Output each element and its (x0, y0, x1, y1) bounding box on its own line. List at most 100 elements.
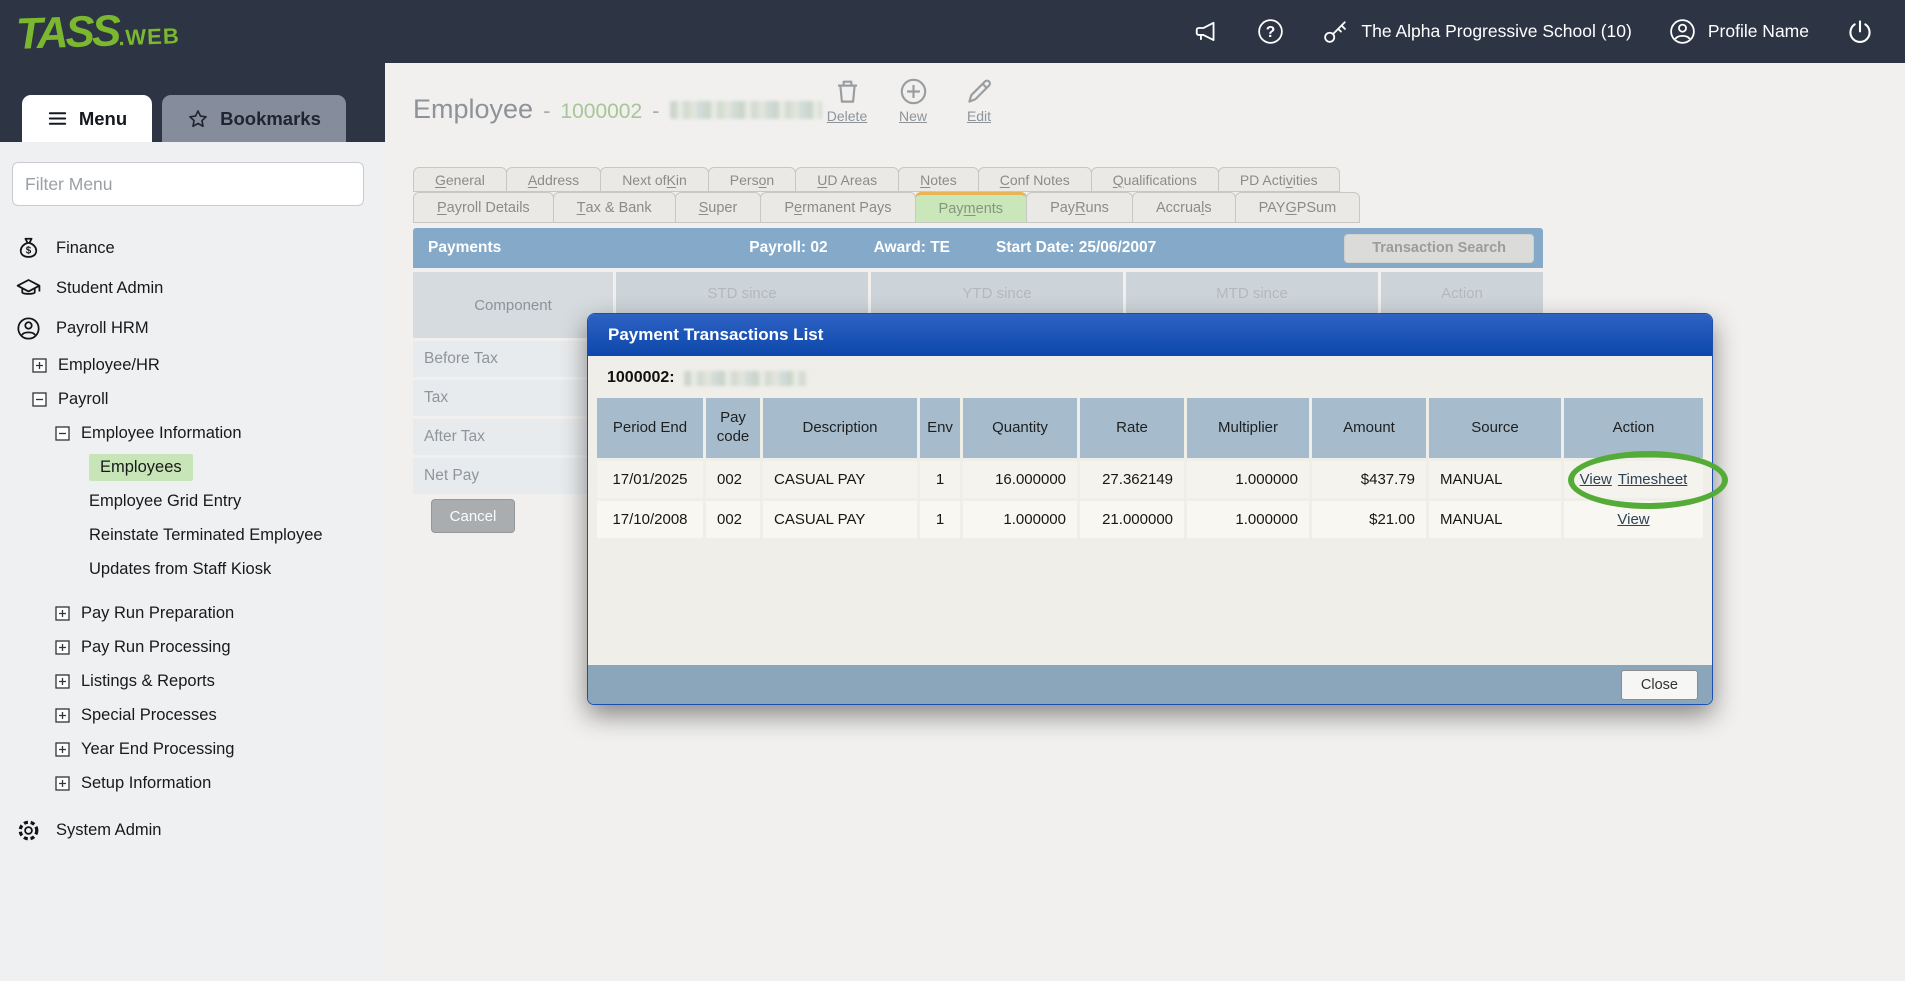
help-icon[interactable]: ? (1256, 17, 1285, 46)
filter-menu-input[interactable] (12, 162, 364, 206)
person-circle-icon (15, 315, 42, 342)
delete-button[interactable]: Delete (820, 76, 874, 124)
modal-body: 1000002: Period End Pay code Description… (588, 356, 1712, 538)
tab-person[interactable]: Person (708, 167, 796, 192)
sidebar-item-label: Updates from Staff Kiosk (89, 560, 271, 579)
column-source: Source (1429, 398, 1561, 458)
modal-footer: Close (588, 665, 1712, 704)
tab-pd-activities[interactable]: PD Activities (1218, 167, 1340, 192)
sidebar-item-label: Special Processes (81, 706, 217, 725)
school-name: The Alpha Progressive School (10) (1361, 21, 1631, 42)
tab-payroll-details[interactable]: Payroll Details (413, 192, 554, 223)
tab-ud-areas[interactable]: UD Areas (795, 167, 899, 192)
column-component: Component (413, 272, 613, 338)
tab-qualifications[interactable]: Qualifications (1091, 167, 1219, 192)
timesheet-link[interactable]: Timesheet (1618, 471, 1687, 488)
cancel-button[interactable]: Cancel (431, 499, 515, 533)
tab-payments-active[interactable]: Payments (915, 192, 1028, 223)
tass-web-logo[interactable]: TASS .WEB (15, 4, 180, 60)
tab-address[interactable]: Address (506, 167, 601, 192)
announcements-icon[interactable] (1192, 18, 1220, 46)
sidebar-item-label: System Admin (56, 821, 161, 840)
payments-panel-header: Payments Payroll: 02 Award: TE Start Dat… (413, 228, 1543, 268)
sidebar-item-employee-information[interactable]: Employee Information (0, 416, 385, 450)
sidebar-item-finance[interactable]: $ Finance (0, 228, 385, 268)
collapse-minus-icon[interactable] (32, 392, 47, 407)
sidebar-item-label: Payroll (58, 390, 108, 409)
panel-title: Payments (428, 239, 501, 257)
sidebar-item-listings-reports[interactable]: Listings & Reports (0, 664, 385, 698)
sidebar-item-year-end-processing[interactable]: Year End Processing (0, 732, 385, 766)
transaction-search-button[interactable]: Transaction Search (1344, 234, 1534, 263)
tab-pay-runs[interactable]: Pay Runs (1026, 192, 1133, 223)
sidebar-item-reinstate-terminated-employee[interactable]: Reinstate Terminated Employee (0, 518, 385, 552)
sidebar-item-special-processes[interactable]: Special Processes (0, 698, 385, 732)
sidebar-item-label: Pay Run Preparation (81, 604, 234, 623)
sidebar-item-employee-grid-entry[interactable]: Employee Grid Entry (0, 484, 385, 518)
tab-permanent-pays[interactable]: Permanent Pays (760, 192, 915, 223)
sidebar-item-student-admin[interactable]: Student Admin (0, 268, 385, 308)
sidebar-item-employees[interactable]: Employees (0, 450, 385, 484)
sidebar-item-label: Employee/HR (58, 356, 160, 375)
cell-rate: 27.362149 (1080, 461, 1184, 498)
tab-next-of-kin[interactable]: Next of Kin (600, 167, 709, 192)
tab-tax-bank[interactable]: Tax & Bank (553, 192, 676, 223)
collapse-minus-icon[interactable] (55, 426, 70, 441)
sidebar-item-pay-run-preparation[interactable]: Pay Run Preparation (0, 596, 385, 630)
logout-icon[interactable] (1845, 17, 1875, 47)
profile-icon (1668, 17, 1697, 46)
cell-env: 1 (920, 501, 960, 538)
cell-description: CASUAL PAY (763, 461, 917, 498)
expand-plus-icon[interactable] (55, 606, 70, 621)
expand-plus-icon[interactable] (55, 674, 70, 689)
sidebar-item-pay-run-processing[interactable]: Pay Run Processing (0, 630, 385, 664)
sidebar-item-payroll[interactable]: Payroll (0, 382, 385, 416)
tab-menu-label: Menu (79, 108, 127, 130)
expand-plus-icon[interactable] (55, 640, 70, 655)
cell-pay-code: 002 (706, 461, 760, 498)
expand-plus-icon[interactable] (55, 708, 70, 723)
cell-source: MANUAL (1429, 501, 1561, 538)
sidebar-item-employee-hr[interactable]: Employee/HR (0, 348, 385, 382)
modal-title-bar[interactable]: Payment Transactions List (588, 314, 1712, 356)
view-link[interactable]: View (1580, 471, 1612, 488)
expand-plus-icon[interactable] (32, 358, 47, 373)
tab-notes[interactable]: Notes (898, 167, 979, 192)
sidebar-item-updates-from-staff-kiosk[interactable]: Updates from Staff Kiosk (0, 552, 385, 586)
gear-icon (15, 817, 42, 844)
title-separator: - (543, 98, 550, 124)
tab-bookmarks[interactable]: Bookmarks (162, 95, 346, 142)
sidebar-item-setup-information[interactable]: Setup Information (0, 766, 385, 800)
edit-button[interactable]: Edit (952, 76, 1006, 124)
profile-name: Profile Name (1708, 21, 1809, 42)
cell-period-end: 17/10/2008 (597, 501, 703, 538)
close-button[interactable]: Close (1621, 670, 1698, 700)
svg-text:?: ? (1266, 24, 1276, 41)
sidebar-item-payroll-hrm[interactable]: Payroll HRM (0, 308, 385, 348)
sidebar-item-system-admin[interactable]: System Admin (0, 810, 385, 850)
tab-menu[interactable]: Menu (22, 95, 152, 142)
profile-menu[interactable]: Profile Name (1668, 17, 1809, 46)
panel-summary: Payroll: 02 Award: TE Start Date: 25/06/… (749, 239, 1156, 257)
star-icon (187, 108, 209, 130)
column-rate: Rate (1080, 398, 1184, 458)
new-button[interactable]: New (886, 76, 940, 124)
view-link[interactable]: View (1617, 511, 1649, 528)
sidebar-item-label: Payroll HRM (56, 319, 149, 338)
cell-source: MANUAL (1429, 461, 1561, 498)
column-quantity: Quantity (963, 398, 1077, 458)
tab-conf-notes[interactable]: Conf Notes (978, 167, 1092, 192)
tab-super[interactable]: Super (675, 192, 762, 223)
graduation-cap-icon (15, 275, 42, 302)
redacted-employee-name (670, 101, 822, 119)
tab-general[interactable]: General (413, 167, 507, 192)
school-selector[interactable]: The Alpha Progressive School (10) (1321, 17, 1631, 46)
tab-payg-psum[interactable]: PAYG PSum (1235, 192, 1361, 223)
expand-plus-icon[interactable] (55, 742, 70, 757)
cell-quantity: 16.000000 (963, 461, 1077, 498)
sidebar-item-label: Listings & Reports (81, 672, 215, 691)
sidebar-item-label: Year End Processing (81, 740, 235, 759)
expand-plus-icon[interactable] (55, 776, 70, 791)
tab-accruals[interactable]: Accruals (1132, 192, 1236, 223)
sidebar-menu: $ Finance Student Admin (0, 228, 385, 850)
